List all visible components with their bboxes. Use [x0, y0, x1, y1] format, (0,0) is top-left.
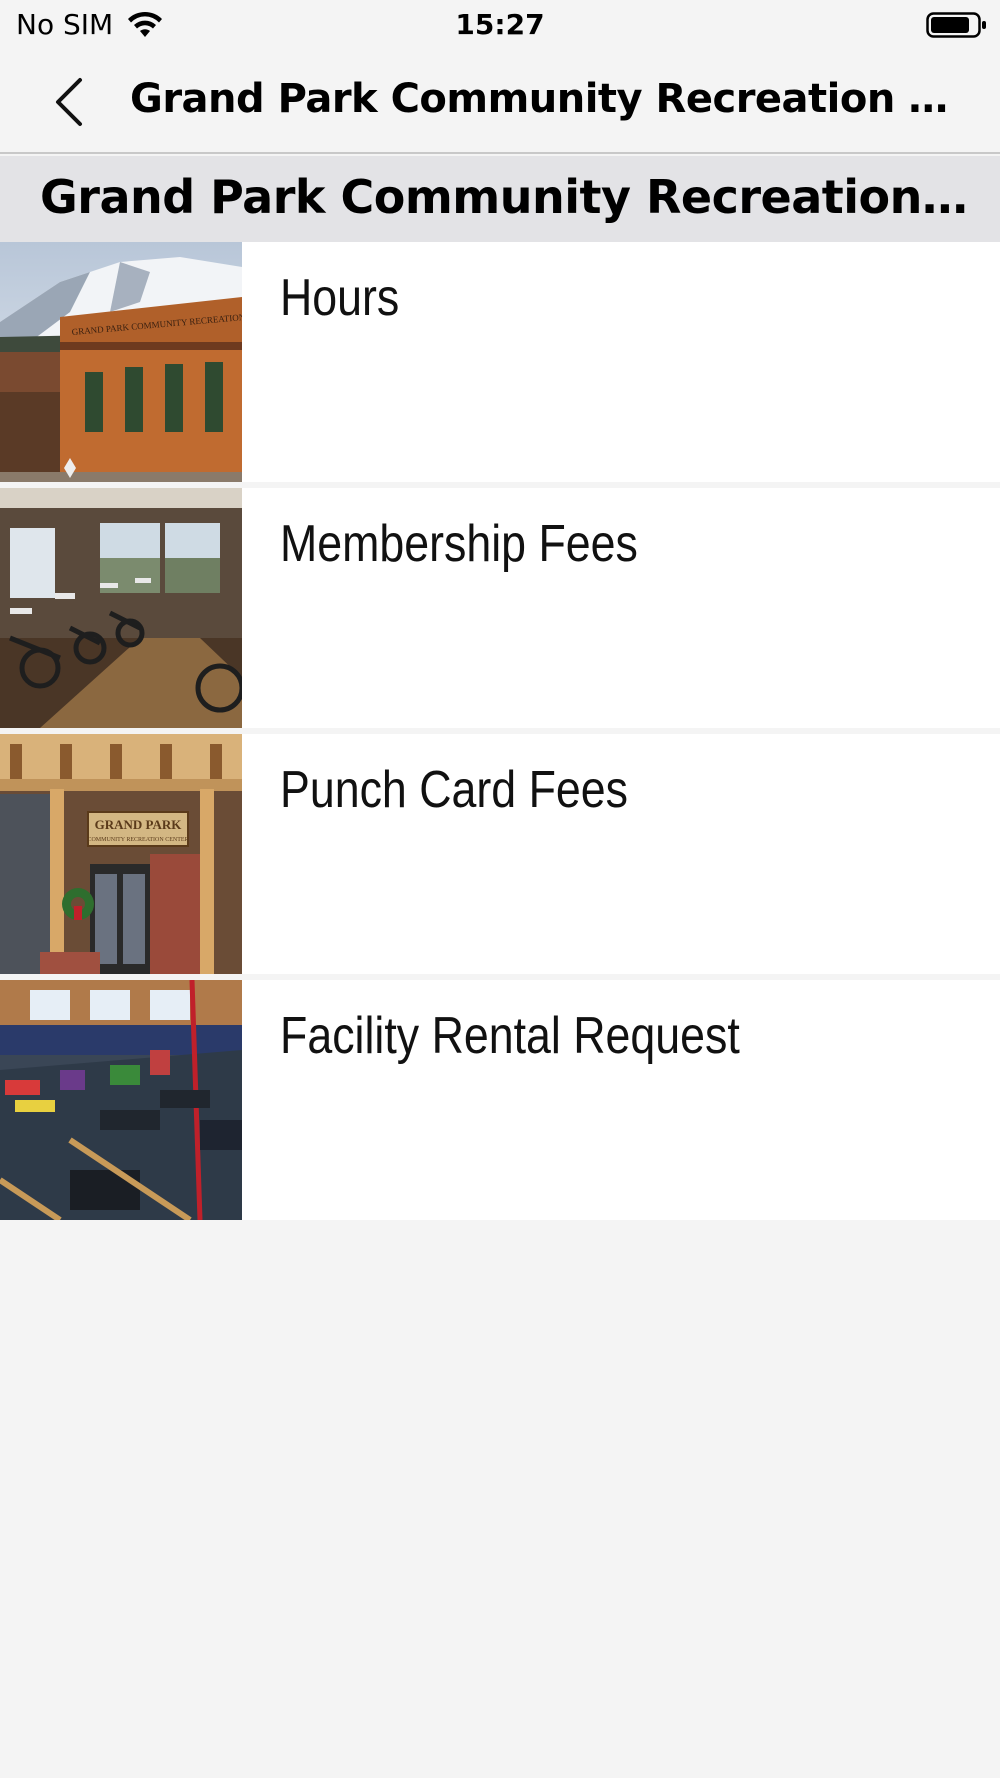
item-label: Hours: [280, 269, 400, 327]
list-item-hours[interactable]: GRAND PARK COMMUNITY RECREATION CENTER H…: [0, 242, 1000, 482]
entrance-sign-title: GRAND PARK: [95, 817, 183, 832]
item-label: Punch Card Fees: [280, 761, 629, 819]
navigation-bar: Grand Park Community Recreation Center: [0, 50, 1000, 154]
item-label: Facility Rental Request: [280, 1007, 740, 1065]
status-bar: No SIM 15:27: [0, 0, 1000, 50]
menu-list: GRAND PARK COMMUNITY RECREATION CENTER H…: [0, 242, 1000, 1220]
section-header: Grand Park Community Recreation Cent...: [0, 156, 1000, 242]
list-item-punch-card-fees[interactable]: GRAND PARK COMMUNITY RECREATION CENTER P…: [0, 734, 1000, 974]
section-title: Grand Park Community Recreation Cent...: [40, 170, 970, 224]
item-label: Membership Fees: [280, 515, 638, 573]
spin-bikes-room-thumbnail: [0, 488, 242, 728]
entrance-doors-thumbnail: GRAND PARK COMMUNITY RECREATION CENTER: [0, 734, 242, 974]
back-button[interactable]: [40, 72, 100, 132]
battery-icon: [926, 12, 986, 38]
chevron-left-icon: [56, 78, 82, 126]
list-item-facility-rental-request[interactable]: Facility Rental Request: [0, 980, 1000, 1220]
entrance-sign-subtitle: COMMUNITY RECREATION CENTER: [87, 837, 188, 843]
page-title: Grand Park Community Recreation Center: [130, 76, 970, 122]
building-exterior-thumbnail: GRAND PARK COMMUNITY RECREATION CENTER: [0, 242, 242, 482]
list-item-membership-fees[interactable]: Membership Fees: [0, 488, 1000, 728]
gymnastics-room-thumbnail: [0, 980, 242, 1220]
clock: 15:27: [455, 8, 545, 41]
